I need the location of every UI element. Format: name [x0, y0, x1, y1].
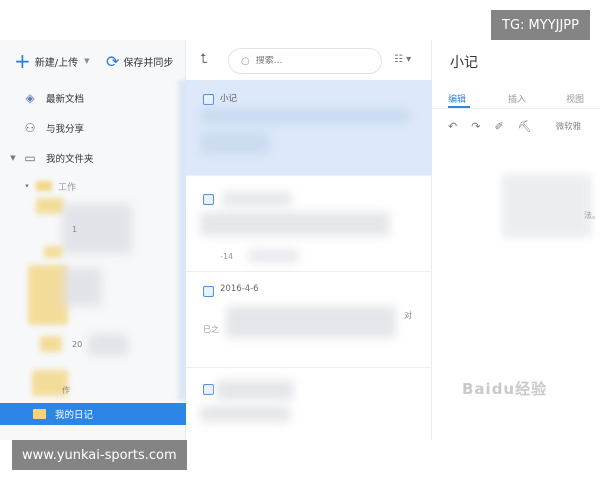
- save-sync-button[interactable]: ⟳ 保存并同步: [106, 48, 173, 74]
- note-item[interactable]: 2016-4-6 对 已之: [186, 272, 432, 368]
- sidebar-toolbar: + 新建/上传 ▼ ⟳ 保存并同步: [0, 48, 186, 74]
- layers-icon: ◈: [25, 91, 35, 105]
- note-item[interactable]: 小记: [186, 80, 432, 176]
- new-upload-button[interactable]: + 新建/上传 ▼: [14, 48, 90, 74]
- sidebar-item-work[interactable]: ▾ 工作: [0, 174, 186, 198]
- share-user-icon: ⚇: [24, 121, 36, 135]
- note-icon: [203, 94, 214, 105]
- font-family-select[interactable]: 微软雅: [556, 120, 582, 132]
- blurred-note-text: [200, 132, 270, 154]
- view-toggle-icon[interactable]: ☷ ▾: [394, 54, 411, 65]
- blurred-note-title: [216, 380, 294, 400]
- blurred-note-text: [200, 212, 390, 236]
- blurred-folder-names: [62, 268, 102, 306]
- format-painter-icon[interactable]: ⛏: [518, 120, 532, 133]
- folder-icon: [36, 181, 52, 191]
- folder-label: 作: [62, 386, 70, 395]
- back-up-icon[interactable]: ⮤: [200, 52, 208, 67]
- sidebar-item-my-folders[interactable]: ▼ ▭ 我的文件夹: [0, 146, 186, 170]
- sidebar-item-my-diary[interactable]: 我的日记: [0, 403, 186, 425]
- tab-edit[interactable]: 编辑: [448, 92, 466, 105]
- blurred-note-meta: [248, 250, 298, 262]
- site-url-badge: www.yunkai-sports.com: [12, 440, 187, 470]
- note-list-toolbar: ⮤ ○ ☷ ▾: [186, 40, 432, 80]
- folder-icon: ▭: [24, 151, 36, 165]
- folder-icon: [44, 246, 62, 258]
- sidebar-item-shared[interactable]: ⚇ 与我分享: [0, 116, 186, 140]
- baidu-watermark: Baidu经验: [462, 380, 548, 398]
- undo-icon[interactable]: ↶: [448, 120, 457, 133]
- sidebar-item-latest[interactable]: ◈ 最新文档: [0, 86, 186, 110]
- sidebar: + 新建/上传 ▼ ⟳ 保存并同步 ◈ 最新文档 ⚇ 与我分享 ▼ ▭ 我的文件…: [0, 40, 186, 440]
- blurred-folder-names: [88, 334, 128, 356]
- folder-label: 20: [72, 340, 83, 349]
- sync-icon: ⟳: [106, 51, 120, 71]
- note-list-panel: ⮤ ○ ☷ ▾ 小记 -14 2016-4-6 对 已之: [186, 40, 432, 440]
- blurred-note-text: [226, 306, 396, 338]
- note-icon: [203, 194, 214, 205]
- plus-icon: +: [14, 49, 31, 73]
- triangle-down-icon[interactable]: ▼: [8, 154, 18, 162]
- folder-icon: [33, 409, 46, 419]
- editor-toolbar: ↶ ↷ ✐ ⛏ 微软雅: [448, 118, 595, 134]
- search-icon: ○: [241, 55, 250, 67]
- blurred-note-text: [200, 406, 290, 422]
- divider: [432, 108, 600, 109]
- blurred-note-title: [222, 192, 292, 206]
- tg-label-badge: TG: MYYJJPP: [491, 10, 590, 40]
- note-icon: [203, 286, 214, 297]
- folder-icon: [40, 336, 62, 352]
- blurred-note-text: [200, 108, 410, 124]
- note-item[interactable]: -14: [186, 176, 432, 272]
- folder-label: 1: [72, 225, 78, 234]
- folder-icon: [36, 198, 64, 214]
- chevron-down-icon[interactable]: ▼: [84, 57, 89, 65]
- redo-icon[interactable]: ↷: [471, 120, 480, 133]
- triangle-down-icon[interactable]: ▾: [22, 182, 32, 190]
- tab-insert[interactable]: 插入: [508, 92, 526, 105]
- search-input[interactable]: [255, 56, 366, 66]
- blurred-editor-content: [502, 174, 592, 238]
- search-box[interactable]: ○: [228, 48, 382, 74]
- eraser-icon[interactable]: ✐: [494, 120, 503, 133]
- tab-view[interactable]: 视图: [566, 92, 584, 105]
- note-icon: [203, 384, 214, 395]
- note-item[interactable]: [186, 368, 432, 440]
- note-title[interactable]: 小记: [450, 52, 478, 72]
